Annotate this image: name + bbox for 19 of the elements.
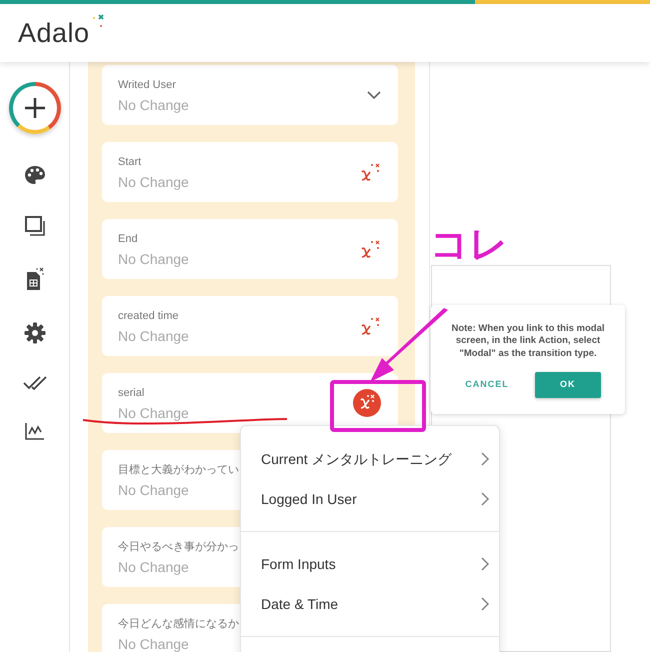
field-label: serial [118,386,144,401]
field-value: No Change [118,483,189,498]
field-label: created time [118,308,179,324]
note-text: Note: When you link to this modal screen, in the link Action, select "Modal" as the transition type. [450,323,606,360]
field-label: 目標と大義がわかってい [118,462,239,478]
annotation-text: コレ [430,226,508,264]
field-value: No Change [118,560,189,576]
field-label: Start [118,154,142,170]
field-value: No Change [118,406,189,422]
field-value: No Change [118,637,189,652]
field-value: No Change [118,175,189,190]
field-label: End [118,232,138,247]
field-label: 今日どんな感情になるか [118,616,239,632]
field-value: No Change [118,98,189,114]
field-label: Writed User [118,78,176,93]
field-value: No Change [118,329,189,344]
field-label: 今日やるべき事が分かっ [118,540,239,555]
logo-text: Adalo [18,16,90,50]
field-value: No Change [118,252,189,268]
